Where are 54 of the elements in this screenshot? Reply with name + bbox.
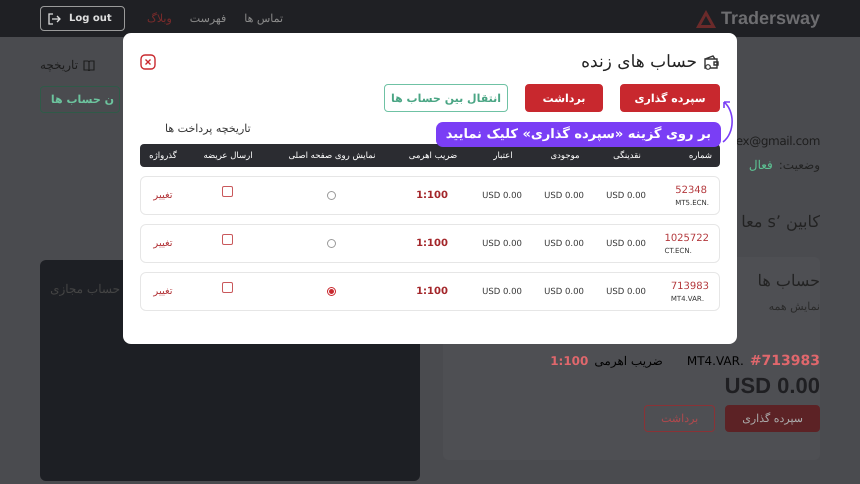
table-cell: USD 0.00	[482, 190, 522, 200]
table-cell: USD 0.00	[482, 238, 522, 248]
column-header: اعتبار	[492, 150, 514, 160]
checkbox[interactable]	[222, 186, 232, 197]
column-header: گذرواژه	[148, 150, 178, 160]
payment-history-link[interactable]: تاریخچه پرداخت ها	[165, 122, 251, 135]
change-password-link[interactable]: تغییر	[153, 190, 173, 201]
checkbox[interactable]	[222, 282, 232, 293]
table-cell: USD 0.00	[606, 190, 646, 200]
withdraw-button[interactable]: برداشت	[525, 84, 603, 112]
checkbox[interactable]	[222, 234, 232, 245]
leverage-value: 1:100	[416, 190, 448, 201]
radio-button[interactable]	[326, 287, 336, 296]
leverage-label: ضریب اهرمی	[594, 354, 663, 368]
platform-text: .MT4.VAR	[686, 354, 744, 368]
column-header: شماره	[688, 150, 713, 160]
table-cell: USD 0.00	[544, 238, 584, 248]
table-cell: USD 0.00	[544, 286, 584, 296]
annotation-callout: بر روی گزینه «سپرده گذاری» کلیک نمایید	[436, 122, 721, 147]
modal-title: حساب های زنده	[581, 52, 697, 72]
triangle-logo-icon	[694, 8, 717, 28]
leverage-value: 1:100	[550, 354, 588, 368]
table-cell: USD 0.00	[544, 190, 584, 200]
table-cell: USD 0.00	[606, 286, 646, 296]
close-icon[interactable]	[140, 54, 156, 70]
account-number[interactable]: 713983	[670, 280, 709, 292]
logout-button[interactable]: Log out	[40, 6, 125, 31]
transfer-button[interactable]: ن حساب ها	[40, 86, 120, 113]
nav-link[interactable]: تماس ها	[244, 12, 284, 25]
logo-text: Tradersway	[720, 8, 820, 29]
account-number: #713983	[750, 353, 820, 369]
table-cell: USD 0.00	[606, 238, 646, 248]
wallet-icon	[703, 54, 720, 70]
logout-icon	[47, 12, 61, 24]
account-number[interactable]: 52348	[675, 184, 708, 196]
nav-link[interactable]: فهرست	[190, 12, 226, 25]
radio-button[interactable]	[326, 239, 336, 248]
change-password-link[interactable]: تغییر	[153, 286, 173, 297]
change-password-link[interactable]: تغییر	[153, 238, 173, 249]
table-cell: USD 0.00	[482, 286, 522, 296]
deposit-button[interactable]: سپرده گذاری	[620, 84, 720, 112]
column-header: نمایش روی صفحه اصلی	[287, 150, 377, 160]
column-header: ارسال عریضه	[202, 150, 254, 160]
leverage-value: 1:100	[416, 286, 448, 297]
book-icon	[83, 60, 96, 70]
deposit-button[interactable]: سپرده گذاری	[725, 405, 820, 432]
column-header: نقدینگی	[612, 150, 642, 160]
radio-button[interactable]	[326, 191, 336, 200]
column-header: موجودی	[549, 150, 581, 160]
transfer-button[interactable]: انتقال بین حساب ها	[384, 84, 508, 112]
account-number[interactable]: 1025722	[664, 232, 709, 244]
status-value: فعال	[748, 158, 773, 172]
column-header: ضریب اهرمی	[408, 150, 458, 160]
leverage-value: 1:100	[416, 238, 448, 249]
